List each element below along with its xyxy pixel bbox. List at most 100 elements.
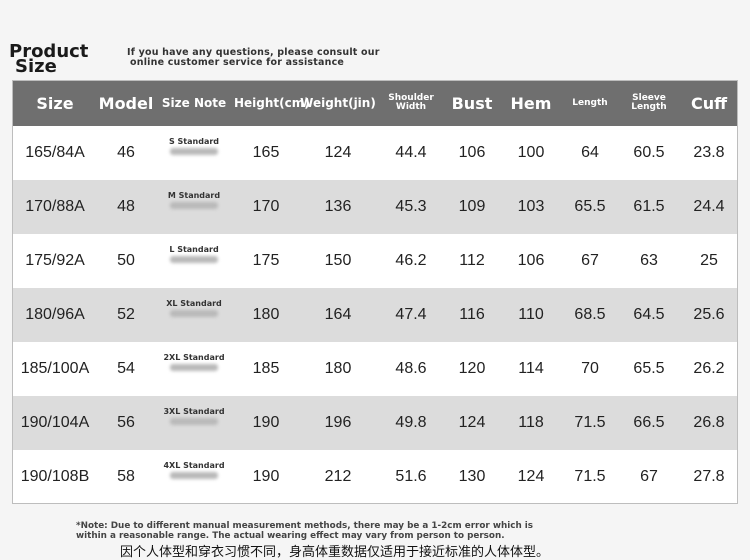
cell-model: 46 [117,144,135,161]
cell-note: S Standard [154,126,234,180]
size-note-label: L Standard [169,245,219,254]
cell-size: 190/108B [20,468,90,485]
cell-cuff: 26.2 [693,360,725,377]
cell-height: 165 [252,144,280,161]
cell-weight: 196 [324,414,352,431]
cell-cuff: 26.8 [693,414,725,431]
blurred-text-decoration [170,418,218,425]
blurred-text-decoration [170,364,218,371]
cell-cuff: 25.6 [693,306,725,323]
cell-weight: 136 [324,198,352,215]
blurred-text-decoration [170,202,218,209]
header-length: Length [572,97,608,108]
cell-height: 170 [252,198,280,215]
cell-note: M Standard [154,180,234,234]
blurred-text-decoration [170,148,218,155]
table-header-row: Size Model Size Note Height(cm) Weight(j… [12,80,738,126]
cell-shoulder: 46.2 [395,252,427,269]
size-note-label: 3XL Standard [163,407,225,416]
cell-length: 70 [581,360,599,377]
cell-sleeve: 63 [640,252,658,269]
size-note-label: XL Standard [166,299,222,308]
cell-bust: 109 [458,198,486,215]
table-row: 170/88A 48 M Standard 170 136 45.3 109 103 65.5 6… [12,180,738,234]
cell-cuff: 24.4 [693,198,725,215]
cell-cuff: 25 [700,252,718,269]
size-note-label: S Standard [168,137,220,146]
header-height: Height(cm) [234,96,310,110]
cell-size: 170/88A [25,198,85,215]
size-note-label: 2XL Standard [163,353,225,362]
cell-model: 52 [117,306,135,323]
table-row: 165/84A 46 S Standard 165 124 44.4 106 100 64 60.… [12,126,738,180]
header-sleeve-length: Sleeve Length [631,93,667,112]
cell-height: 185 [252,360,280,377]
cell-bust: 116 [459,306,485,323]
blurred-text-decoration [170,310,218,317]
cell-sleeve: 66.5 [633,414,665,431]
measurement-note: *Note: Due to different manual measureme… [76,521,533,541]
cell-note: 2XL Standard [154,342,234,396]
cell-hem: 110 [518,306,544,323]
cell-weight: 164 [324,306,352,323]
table-row: 190/108B 58 4XL Standard 190 212 51.6 130 124 71… [12,450,738,504]
cell-bust: 124 [458,414,486,431]
cell-model: 48 [117,198,135,215]
cell-hem: 124 [517,468,545,485]
cell-note: 4XL Standard [154,450,234,504]
cell-bust: 120 [458,360,486,377]
table-body: 165/84A 46 S Standard 165 124 44.4 106 100 64 60.… [12,126,738,504]
size-note-label: M Standard [167,191,221,200]
cell-length: 68.5 [574,306,606,323]
cell-length: 71.5 [574,468,606,485]
cell-size: 175/92A [25,252,85,269]
cell-sleeve: 60.5 [633,144,665,161]
cell-height: 190 [252,468,280,485]
blurred-text-decoration [170,472,218,479]
header-size-note: Size Note [161,96,227,110]
cell-size: 165/84A [25,144,85,161]
cell-length: 67 [581,252,599,269]
note-line-2: within a reasonable range. The actual we… [76,531,505,541]
cell-hem: 118 [518,414,544,431]
cell-size: 185/100A [20,360,90,377]
cell-model: 58 [117,468,135,485]
cell-length: 65.5 [574,198,606,215]
cell-sleeve: 67 [640,468,658,485]
header-hem: Hem [510,93,552,113]
cell-hem: 100 [517,144,545,161]
note-line-1: *Note: Due to different manual measureme… [76,521,534,531]
cell-bust: 112 [459,252,485,269]
cell-weight: 150 [324,252,352,269]
cell-size: 180/96A [25,306,85,323]
cell-sleeve: 65.5 [633,360,665,377]
cell-height: 190 [252,414,280,431]
cell-height: 175 [252,252,280,269]
cell-bust: 106 [458,144,486,161]
header-shoulder-width: Shoulder Width [388,93,434,112]
chinese-note: 因个人体型和穿衣习惯不同，身高体重数据仅适用于接近标准的人体体型。 [120,545,550,560]
cell-weight: 124 [324,144,352,161]
size-table: Size Model Size Note Height(cm) Weight(j… [12,80,738,504]
cell-height: 180 [252,306,280,323]
table-row: 175/92A 50 L Standard 175 150 46.2 112 106 67 63 2… [12,234,738,288]
header-cuff: Cuff [690,93,728,113]
cell-cuff: 23.8 [693,144,725,161]
cell-hem: 106 [517,252,545,269]
cell-shoulder: 49.8 [395,414,427,431]
table-row: 185/100A 54 2XL Standard 185 180 48.6 120 114 70… [12,342,738,396]
header-weight: Weight(jin) [300,96,376,110]
cell-shoulder: 45.3 [395,198,427,215]
consult-message: If you have any questions, please consul… [127,48,380,68]
cell-size: 190/104A [20,414,90,431]
cell-hem: 114 [518,360,544,377]
cell-cuff: 27.8 [693,468,725,485]
cell-sleeve: 64.5 [633,306,665,323]
cell-shoulder: 44.4 [395,144,427,161]
cell-bust: 130 [458,468,486,485]
blurred-text-decoration [170,256,218,263]
consult-line-2: online customer service for assistance [130,57,345,68]
cell-shoulder: 51.6 [395,468,427,485]
size-note-label: 4XL Standard [163,461,225,470]
cell-weight: 180 [324,360,352,377]
